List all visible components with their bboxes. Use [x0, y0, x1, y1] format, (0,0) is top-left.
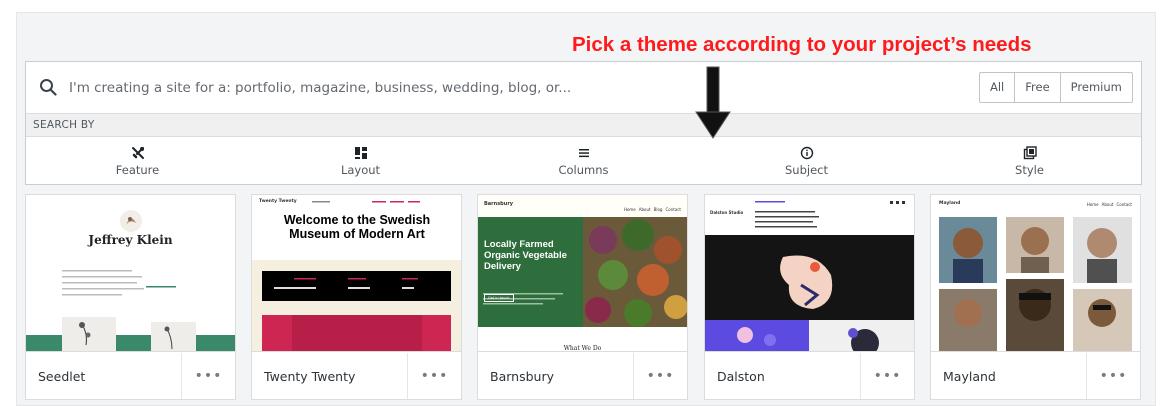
search-icon[interactable]: [39, 78, 57, 96]
columns-icon: [577, 146, 591, 160]
theme-name: Seedlet: [38, 369, 86, 384]
card-footer: Seedlet •••: [26, 353, 235, 399]
category-label: Columns: [558, 163, 609, 177]
theme-card-twenty-twenty[interactable]: Twenty Twenty Welcome to the Swedish Mus…: [251, 194, 462, 400]
preview-nav-item: About: [1101, 202, 1114, 207]
category-style[interactable]: Style: [918, 138, 1141, 185]
filter-all-button[interactable]: All: [980, 73, 1016, 102]
theme-preview: Dalston Studio: [705, 195, 914, 352]
more-options-button[interactable]: •••: [860, 353, 914, 399]
search-by-categories: Feature Layout Columns Subject Style: [26, 138, 1141, 185]
style-icon: [1023, 146, 1037, 160]
barnsbury-preview-art: [478, 195, 687, 351]
preview-heading: Locally Farmed Organic Vegetable Deliver…: [484, 239, 567, 272]
category-label: Feature: [115, 163, 160, 177]
preview-nav-item: Home: [1086, 202, 1099, 207]
tools-icon: [131, 146, 145, 160]
preview-site-title: Twenty Twenty: [259, 199, 297, 204]
preview-nav-item: Blog: [653, 207, 663, 212]
more-options-button[interactable]: •••: [633, 353, 687, 399]
layout-icon: [354, 146, 368, 160]
theme-search-input[interactable]: [69, 72, 669, 104]
theme-preview: Barnsbury Home About Blog Contact Locall…: [478, 195, 687, 352]
preview-nav-item: Home: [623, 207, 636, 212]
filter-free-button[interactable]: Free: [1015, 73, 1061, 102]
preview-nav-item: Contact: [665, 207, 681, 212]
theme-name: Mayland: [943, 369, 996, 384]
preview-nav: Home About Blog Contact: [624, 207, 681, 212]
seedlet-preview-art: [26, 210, 235, 351]
theme-preview: Jeffrey Klein: [26, 195, 235, 352]
theme-preview: Twenty Twenty Welcome to the Swedish Mus…: [252, 195, 461, 352]
theme-name: Dalston: [717, 369, 765, 384]
search-by-label: SEARCH BY: [33, 119, 95, 131]
category-layout[interactable]: Layout: [249, 138, 472, 185]
card-footer: Twenty Twenty •••: [252, 353, 461, 399]
info-icon: [800, 146, 814, 160]
preview-nav-item: About: [638, 207, 651, 212]
more-options-button[interactable]: •••: [1086, 353, 1140, 399]
category-label: Style: [1015, 163, 1044, 177]
preview-site-title: Dalston Studio: [710, 210, 744, 215]
dalston-preview-art: [705, 201, 914, 351]
category-subject[interactable]: Subject: [695, 138, 918, 185]
category-label: Subject: [785, 163, 828, 177]
card-footer: Barnsbury •••: [478, 353, 687, 399]
theme-card-dalston[interactable]: Dalston Studio Dalston •••: [704, 194, 915, 400]
filter-premium-button[interactable]: Premium: [1061, 73, 1132, 102]
theme-name: Twenty Twenty: [264, 369, 356, 384]
annotation-text: Pick a theme according to your project’s…: [572, 33, 1032, 56]
more-options-button[interactable]: •••: [407, 353, 461, 399]
preview-cta-button: Get in touch: [484, 294, 514, 302]
theme-name: Barnsbury: [490, 369, 554, 384]
theme-preview: Mayland Home About Contact: [931, 195, 1140, 352]
theme-grid: Jeffrey Klein Seedlet ••• Twenty Twenty …: [25, 194, 1142, 406]
preview-subheading: What We Do: [563, 345, 602, 352]
card-footer: Mayland •••: [931, 353, 1140, 399]
search-by-bar: SEARCH BY: [26, 113, 1141, 137]
down-arrow-annotation: [695, 66, 731, 139]
preview-site-title: Mayland: [939, 201, 961, 206]
tier-filter: All Free Premium: [979, 72, 1133, 103]
more-options-button[interactable]: •••: [181, 353, 235, 399]
theme-card-barnsbury[interactable]: Barnsbury Home About Blog Contact Locall…: [477, 194, 688, 400]
theme-card-mayland[interactable]: Mayland Home About Contact Mayland •••: [930, 194, 1141, 400]
card-footer: Dalston •••: [705, 353, 914, 399]
mayland-preview-art: [939, 217, 1132, 351]
preview-site-title: Jeffrey Klein: [88, 233, 173, 247]
preview-nav-item: Contact: [1116, 202, 1132, 207]
category-columns[interactable]: Columns: [472, 138, 695, 185]
search-row: All Free Premium: [26, 62, 1141, 112]
theme-card-seedlet[interactable]: Jeffrey Klein Seedlet •••: [25, 194, 236, 400]
preview-heading: Welcome to the Swedish Museum of Modern …: [283, 213, 431, 241]
preview-nav: Home About Contact: [1087, 202, 1132, 207]
preview-site-title: Barnsbury: [484, 201, 514, 207]
theme-search-panel: All Free Premium SEARCH BY Feature: [25, 61, 1142, 185]
category-feature[interactable]: Feature: [26, 138, 249, 185]
category-label: Layout: [340, 163, 381, 177]
